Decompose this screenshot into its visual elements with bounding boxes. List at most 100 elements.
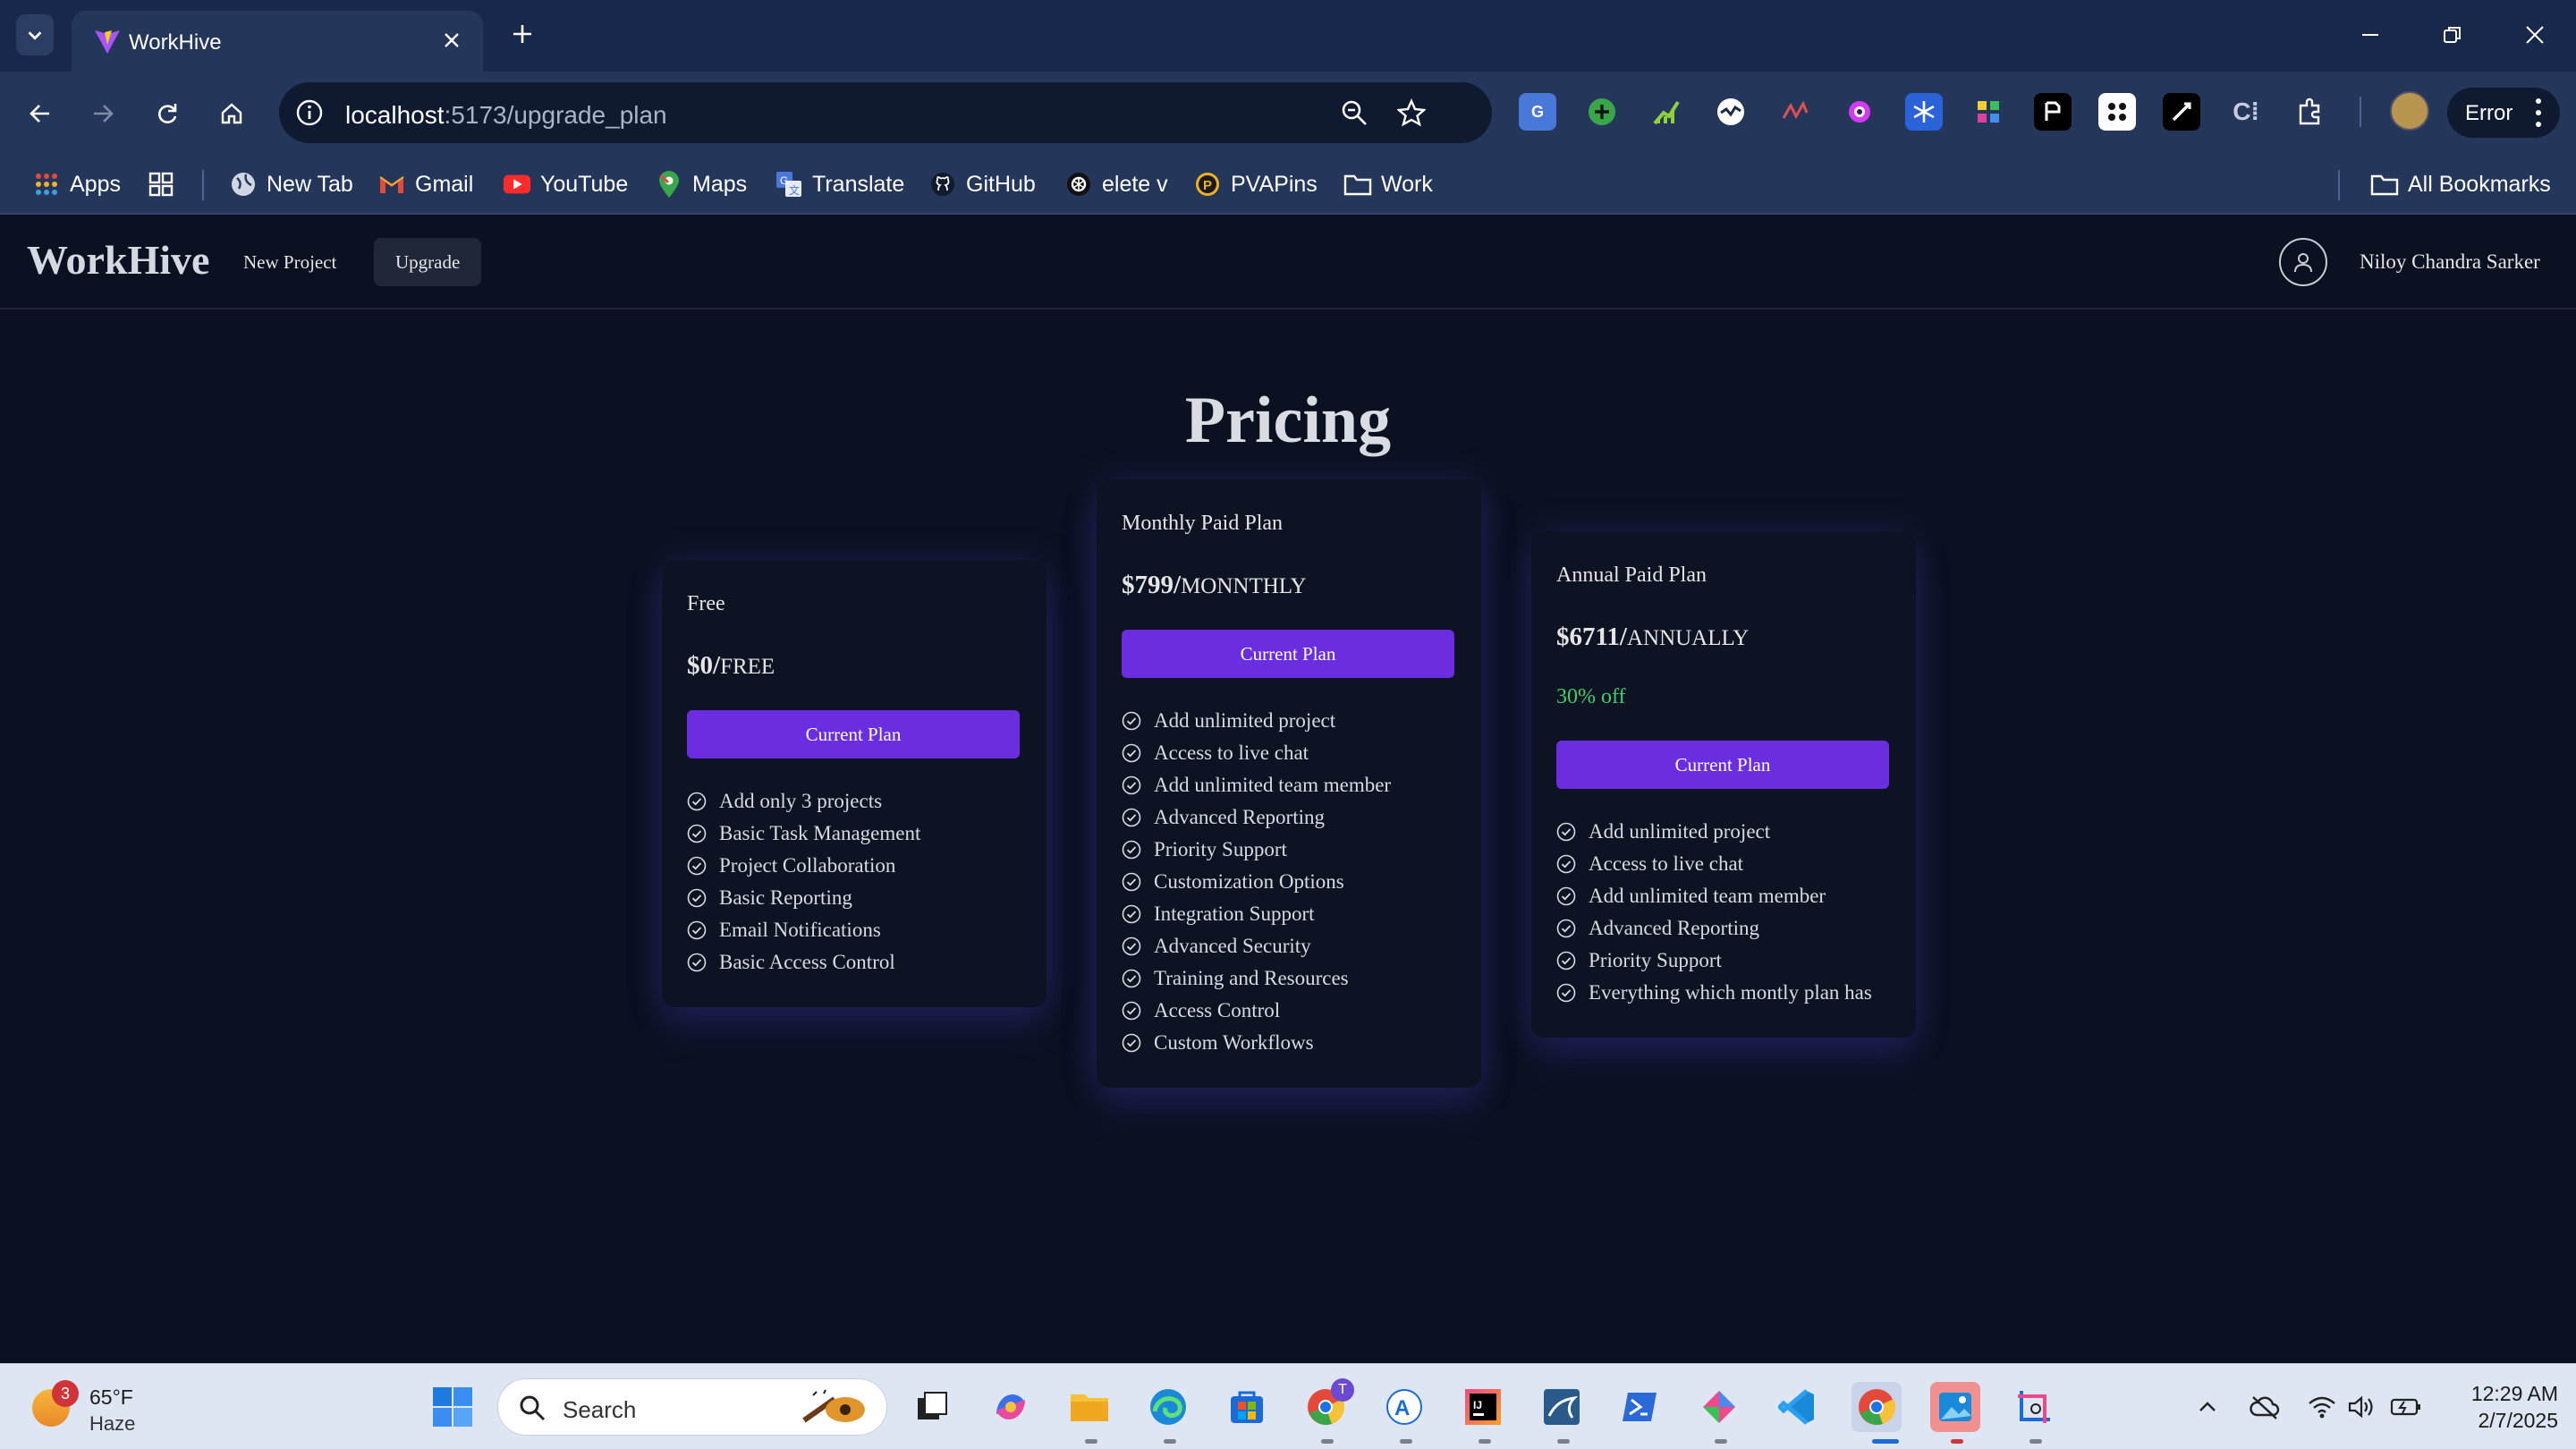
volume-icon[interactable] [2345,1391,2377,1423]
clock[interactable]: 12:29 AM 2/7/2025 [2438,1380,2558,1434]
check-circle-icon [687,920,707,940]
chrome-profile-icon[interactable]: T [1301,1378,1354,1432]
vscode-icon[interactable] [1773,1382,1823,1432]
microsoft-store-icon[interactable] [1222,1382,1272,1432]
nav-upgrade[interactable]: Upgrade [374,238,482,286]
new-tab-button[interactable] [504,16,540,52]
check-circle-icon [1556,854,1576,874]
current-plan-button[interactable]: Current Plan [1556,741,1889,789]
bookmark-elete-v[interactable]: elete v [1064,166,1168,202]
file-explorer-icon[interactable] [1064,1382,1114,1432]
feature-label: Basic Task Management [719,822,921,844]
show-hidden-icons-button[interactable] [2191,1391,2224,1423]
tab-search-button[interactable] [16,14,54,55]
search-highlight-icon [802,1389,865,1423]
translate-icon: G文 [775,170,803,199]
svg-text:IJ: IJ [1473,1399,1482,1411]
feature-item: Add unlimited project [1556,816,1872,848]
forward-button[interactable] [82,93,123,134]
site-info-icon[interactable] [293,97,326,129]
restore-icon [2444,27,2461,43]
feature-label: Add unlimited team member [1589,885,1826,907]
mysql-workbench-icon[interactable] [1537,1382,1587,1432]
start-button[interactable] [428,1382,478,1432]
check-circle-icon [1556,822,1576,842]
tab-close-button[interactable] [436,25,467,55]
powershell-icon[interactable] [1615,1382,1665,1432]
bookmark-gmail[interactable]: Gmail [377,166,473,202]
snipping-tool-icon[interactable] [2009,1382,2059,1432]
running-indicator [1400,1439,1412,1444]
nav-new-project[interactable]: New Project [222,238,358,286]
puzzle-extensions-icon[interactable] [2292,93,2329,131]
weather-condition: Haze [89,1412,136,1435]
dots-grid-extension-icon[interactable] [2098,93,2136,131]
pixel-blocks-extension-icon[interactable] [1970,93,2007,131]
check-circle-icon [1122,1033,1141,1053]
close-icon [445,33,459,47]
bookmark-github[interactable]: GitHub [928,166,1036,202]
onedrive-offline-icon[interactable] [2249,1391,2281,1423]
bookmark-star-button[interactable] [1394,95,1429,131]
reload-button[interactable] [147,93,188,134]
close-window-button[interactable] [2508,14,2562,55]
zoom-button[interactable] [1336,95,1372,131]
restore-button[interactable] [2426,14,2479,55]
c-bracket-extension-icon[interactable]: C⁞ [2227,93,2265,131]
image-viewer-icon[interactable] [1930,1382,1980,1432]
plan-name: Free [687,592,725,615]
task-view-icon[interactable] [907,1382,957,1432]
url-text: localhost:5173/upgrade_plan [345,101,667,129]
bookmark-apps[interactable]: Apps [32,166,121,202]
font-app-icon[interactable]: A [1379,1382,1429,1432]
chrome-active-icon[interactable] [1852,1382,1902,1432]
copilot-icon[interactable] [986,1382,1036,1432]
bookmark-translate[interactable]: G文 Translate [775,166,904,202]
minimize-button[interactable] [2343,14,2397,55]
weather-widget[interactable]: 3 65°F Haze [27,1377,170,1439]
running-indicator [1164,1439,1176,1444]
intellij-idea-icon[interactable]: IJ [1458,1382,1508,1432]
feature-label: Everything which montly plan has [1589,981,1872,1004]
browser-tab-active[interactable]: WorkHive [72,11,483,72]
edge-browser-icon[interactable] [1143,1382,1193,1432]
feature-label: Basic Access Control [719,951,895,973]
battery-charging-icon[interactable] [2390,1391,2422,1423]
feature-item: Access to live chat [1556,848,1872,880]
pulse-circle-extension-icon[interactable] [1712,93,1750,131]
profile-avatar[interactable] [2390,91,2429,131]
bookmark-maps[interactable]: Maps [655,166,747,202]
profile-error-chip[interactable]: Error [2447,88,2560,138]
plus-circle-extension-icon[interactable] [1583,93,1621,131]
snowflake-extension-icon[interactable] [1905,93,1943,131]
wave-extension-icon[interactable] [1776,93,1814,131]
search-icon [520,1395,546,1421]
svg-text:G: G [780,174,788,187]
bookmark-work-folder[interactable]: Work [1343,166,1433,202]
feature-label: Add only 3 projects [719,790,883,812]
kebab-menu-icon[interactable] [2533,98,2544,127]
feature-list: Add only 3 projects Basic Task Management… [687,785,920,979]
current-plan-button[interactable]: Current Plan [1122,630,1454,678]
wifi-icon[interactable] [2306,1391,2338,1423]
diamond-app-icon[interactable] [1694,1382,1744,1432]
feature-item: Advanced Reporting [1122,801,1391,834]
all-bookmarks-button[interactable]: All Bookmarks [2370,166,2551,202]
back-button[interactable] [20,93,61,134]
address-bar[interactable]: localhost:5173/upgrade_plan [279,82,1492,143]
bookmark-tab-groups[interactable] [147,166,175,202]
bookmark-new-tab[interactable]: New Tab [229,166,353,202]
taskbar-search[interactable]: Search [497,1378,887,1436]
chart-growth-extension-icon[interactable] [1648,93,1685,131]
brand-logo[interactable]: WorkHive [27,236,209,284]
plan-price: $6711/ANNUALLY [1556,623,1750,651]
bracket-extension-icon[interactable] [2034,93,2072,131]
google-translate-extension-icon[interactable]: G [1519,93,1556,131]
user-avatar[interactable] [2279,238,2327,286]
home-button[interactable] [211,93,252,134]
bookmark-youtube[interactable]: YouTube [503,166,628,202]
slash-tool-extension-icon[interactable] [2163,93,2200,131]
colorful-eye-extension-icon[interactable] [1841,93,1878,131]
current-plan-button[interactable]: Current Plan [687,710,1020,758]
bookmark-pvapins[interactable]: P PVAPins [1193,166,1318,202]
